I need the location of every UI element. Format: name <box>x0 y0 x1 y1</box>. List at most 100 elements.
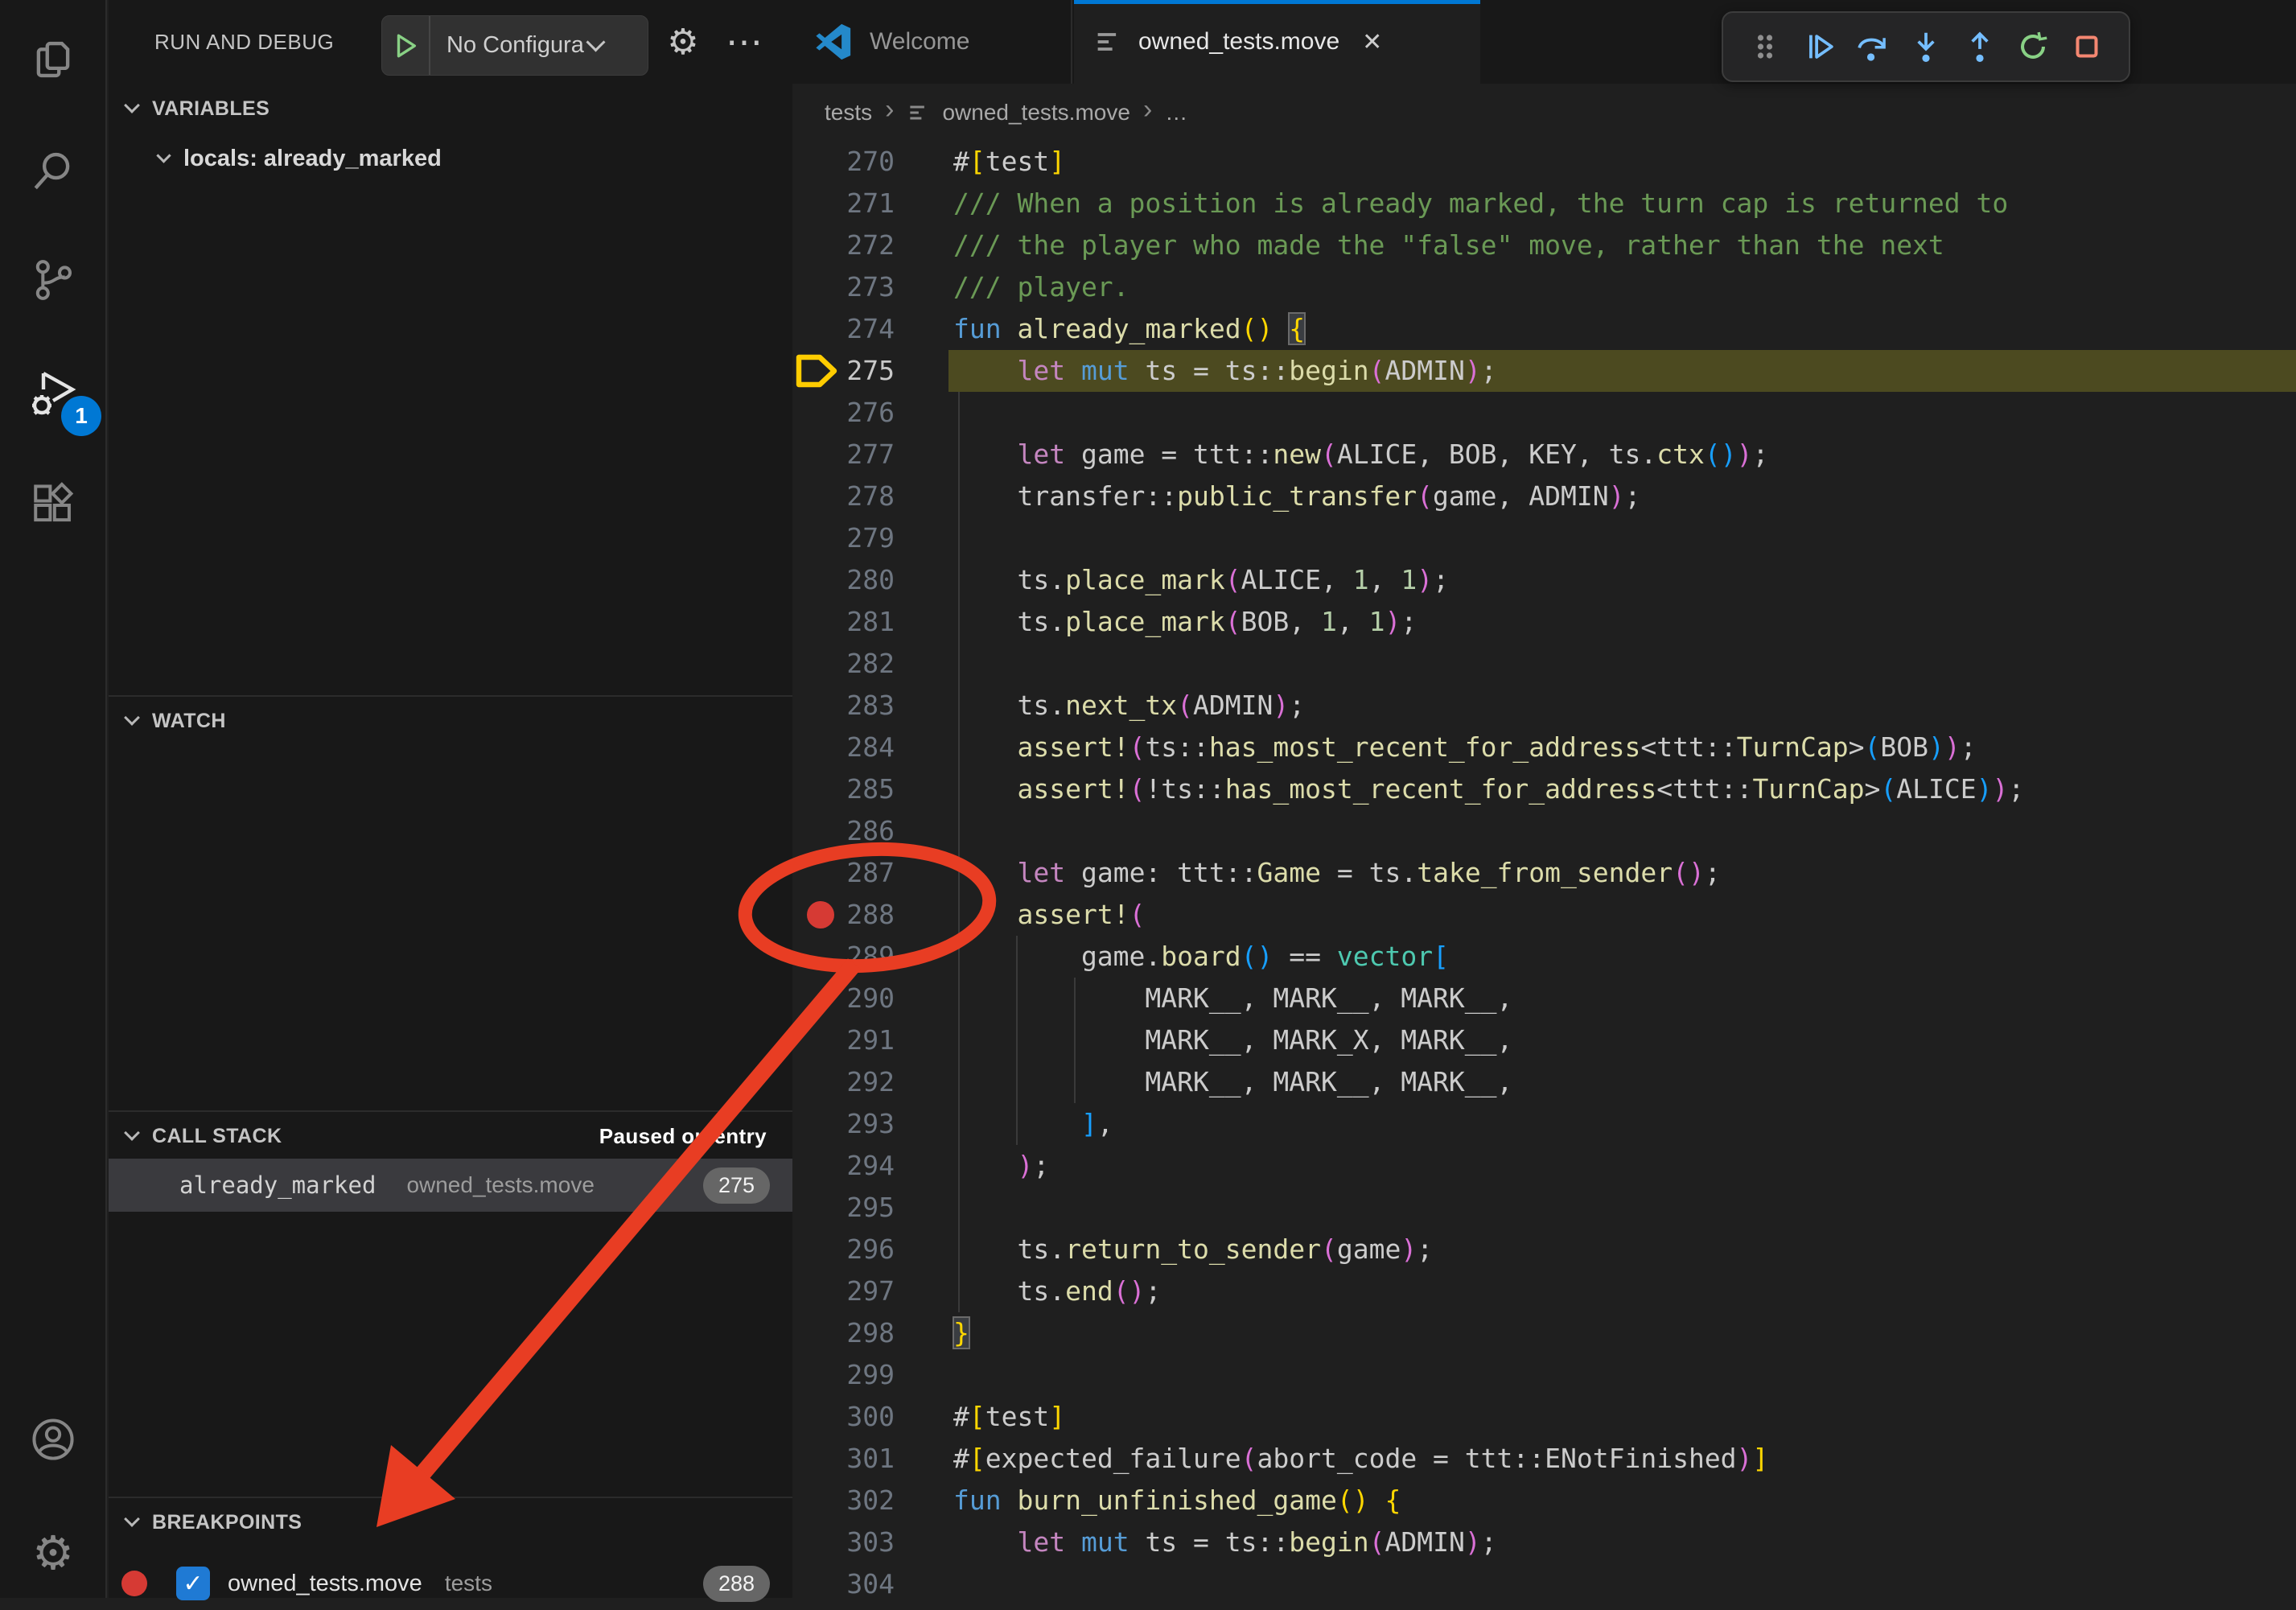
gutter-line-296[interactable]: 296 <box>792 1229 948 1270</box>
gutter-line-303[interactable]: 303 <box>792 1521 948 1563</box>
section-variables[interactable]: VARIABLES <box>109 84 792 134</box>
code-text[interactable]: let mut ts = ts::begin(ADMIN); <box>953 1521 1497 1563</box>
code-text[interactable]: let game = ttt::new(ALICE, BOB, KEY, ts.… <box>953 434 1768 476</box>
step-over-button[interactable] <box>1851 23 1893 70</box>
breadcrumb-file[interactable]: owned_tests.move <box>942 100 1129 126</box>
gutter-line-275[interactable]: 275 <box>792 350 948 392</box>
code-text[interactable]: fun already_marked() { <box>953 308 1305 350</box>
gutter-line-302[interactable]: 302 <box>792 1480 948 1521</box>
gutter-line-289[interactable]: 289 <box>792 936 948 978</box>
code-text[interactable]: ts.end(); <box>953 1270 1161 1312</box>
code-text[interactable]: let mut ts = ts::begin(ADMIN); <box>953 350 1497 392</box>
gutter-line-293[interactable]: 293 <box>792 1103 948 1145</box>
code-text[interactable]: assert!(ts::has_most_recent_for_address<… <box>953 727 1977 768</box>
variables-locals-row[interactable]: locals: already_marked <box>109 134 792 183</box>
gutter-line-277[interactable]: 277 <box>792 434 948 476</box>
start-debug-icon[interactable] <box>382 16 430 75</box>
line-number: 297 <box>792 1270 895 1312</box>
code-text[interactable]: /// When a position is already marked, t… <box>953 183 2008 224</box>
gutter-line-285[interactable]: 285 <box>792 768 948 810</box>
code-text[interactable]: ts.return_to_sender(game); <box>953 1229 1433 1270</box>
restart-button[interactable] <box>2012 23 2054 70</box>
code-text[interactable]: #[test] <box>953 1396 1065 1438</box>
gutter-line-301[interactable]: 301 <box>792 1438 948 1480</box>
run-and-debug-icon[interactable]: 1 <box>14 354 92 431</box>
section-watch[interactable]: WATCH <box>109 695 792 745</box>
gutter-line-288[interactable]: 288 <box>792 894 948 936</box>
code-text[interactable]: ], <box>953 1103 1113 1145</box>
call-stack-frame-row[interactable]: already_marked owned_tests.move 275 <box>109 1159 792 1212</box>
code-text[interactable]: ts.place_mark(BOB, 1, 1); <box>953 601 1417 643</box>
gutter-line-292[interactable]: 292 <box>792 1061 948 1103</box>
gutter-line-272[interactable]: 272 <box>792 224 948 266</box>
tab-owned-tests-move[interactable]: owned_tests.move ✕ <box>1074 0 1480 84</box>
gutter-line-304[interactable]: 304 <box>792 1563 948 1605</box>
code-text[interactable]: #[test] <box>953 141 1065 183</box>
breadcrumb-symbol[interactable]: … <box>1165 100 1187 126</box>
gutter-line-281[interactable]: 281 <box>792 601 948 643</box>
gutter-line-276[interactable]: 276 <box>792 392 948 434</box>
code-text[interactable]: ts.place_mark(ALICE, 1, 1); <box>953 559 1449 601</box>
section-breakpoints[interactable]: BREAKPOINTS <box>109 1497 792 1546</box>
tab-welcome[interactable]: Welcome <box>792 0 1072 84</box>
extensions-icon[interactable] <box>14 467 92 544</box>
code-text[interactable]: assert!(!ts::has_most_recent_for_address… <box>953 768 2024 810</box>
launch-config-dropdown[interactable]: No Configura <box>381 15 648 76</box>
gutter-line-274[interactable]: 274 <box>792 308 948 350</box>
gutter-line-297[interactable]: 297 <box>792 1270 948 1312</box>
code-text[interactable]: MARK__, MARK_X, MARK__, <box>953 1019 1512 1061</box>
source-control-icon[interactable] <box>14 241 92 319</box>
settings-gear-icon[interactable]: ⚙ <box>14 1515 92 1592</box>
drag-handle-icon[interactable] <box>1744 23 1786 70</box>
step-out-button[interactable] <box>1959 23 2001 70</box>
code-text[interactable]: #[expected_failure(abort_code = ttt::ENo… <box>953 1438 1768 1480</box>
gutter-line-294[interactable]: 294 <box>792 1145 948 1187</box>
code-text[interactable]: transfer::public_transfer(game, ADMIN); <box>953 476 1640 517</box>
code-line-281: 281 ts.place_mark(BOB, 1, 1); <box>792 601 2296 643</box>
code-text[interactable]: /// player. <box>953 266 1129 308</box>
account-icon[interactable] <box>14 1401 92 1478</box>
breakpoint-list-item[interactable]: ✓ owned_tests.move tests 288 <box>109 1557 792 1610</box>
gutter-line-284[interactable]: 284 <box>792 727 948 768</box>
gutter-line-270[interactable]: 270 <box>792 141 948 183</box>
gutter-line-298[interactable]: 298 <box>792 1312 948 1354</box>
gutter-line-280[interactable]: 280 <box>792 559 948 601</box>
code-text[interactable]: ts.next_tx(ADMIN); <box>953 685 1305 727</box>
gutter-line-283[interactable]: 283 <box>792 685 948 727</box>
step-into-button[interactable] <box>1905 23 1947 70</box>
debug-settings-icon[interactable]: ⚙ <box>660 0 706 84</box>
continue-button[interactable] <box>1798 23 1840 70</box>
gutter-line-299[interactable]: 299 <box>792 1354 948 1396</box>
more-actions-icon[interactable]: ⋯ <box>720 0 768 84</box>
code-text[interactable]: let game: ttt::Game = ts.take_from_sende… <box>953 852 1721 894</box>
line-number: 299 <box>792 1354 895 1396</box>
gutter-line-278[interactable]: 278 <box>792 476 948 517</box>
breadcrumb-tests[interactable]: tests <box>825 100 872 126</box>
gutter-line-295[interactable]: 295 <box>792 1187 948 1229</box>
code-text[interactable]: ); <box>953 1145 1049 1187</box>
code-text[interactable]: game.board() == vector[ <box>953 936 1449 978</box>
gutter-line-279[interactable]: 279 <box>792 517 948 559</box>
code-text[interactable]: /// the player who made the "false" move… <box>953 224 1944 266</box>
close-tab-icon[interactable]: ✕ <box>1362 28 1382 56</box>
gutter-line-300[interactable]: 300 <box>792 1396 948 1438</box>
code-line-279: 279 <box>792 517 2296 559</box>
section-call-stack[interactable]: CALL STACK Paused on entry <box>109 1110 792 1160</box>
gutter-line-291[interactable]: 291 <box>792 1019 948 1061</box>
gutter-line-282[interactable]: 282 <box>792 643 948 685</box>
code-text[interactable]: MARK__, MARK__, MARK__, <box>953 978 1512 1019</box>
code-text[interactable]: fun burn_unfinished_game() { <box>953 1480 1401 1521</box>
stop-button[interactable] <box>2066 23 2108 70</box>
gutter-line-273[interactable]: 273 <box>792 266 948 308</box>
code-line-302: 302fun burn_unfinished_game() { <box>792 1480 2296 1521</box>
gutter-line-286[interactable]: 286 <box>792 810 948 852</box>
gutter-line-290[interactable]: 290 <box>792 978 948 1019</box>
code-text[interactable]: MARK__, MARK__, MARK__, <box>953 1061 1512 1103</box>
search-icon[interactable] <box>14 132 92 209</box>
gutter-line-271[interactable]: 271 <box>792 183 948 224</box>
explorer-icon[interactable] <box>14 21 92 98</box>
gutter-line-287[interactable]: 287 <box>792 852 948 894</box>
code-text[interactable]: assert!( <box>953 894 1145 936</box>
breakpoint-checkbox[interactable]: ✓ <box>176 1567 210 1600</box>
code-text[interactable]: } <box>953 1312 969 1354</box>
